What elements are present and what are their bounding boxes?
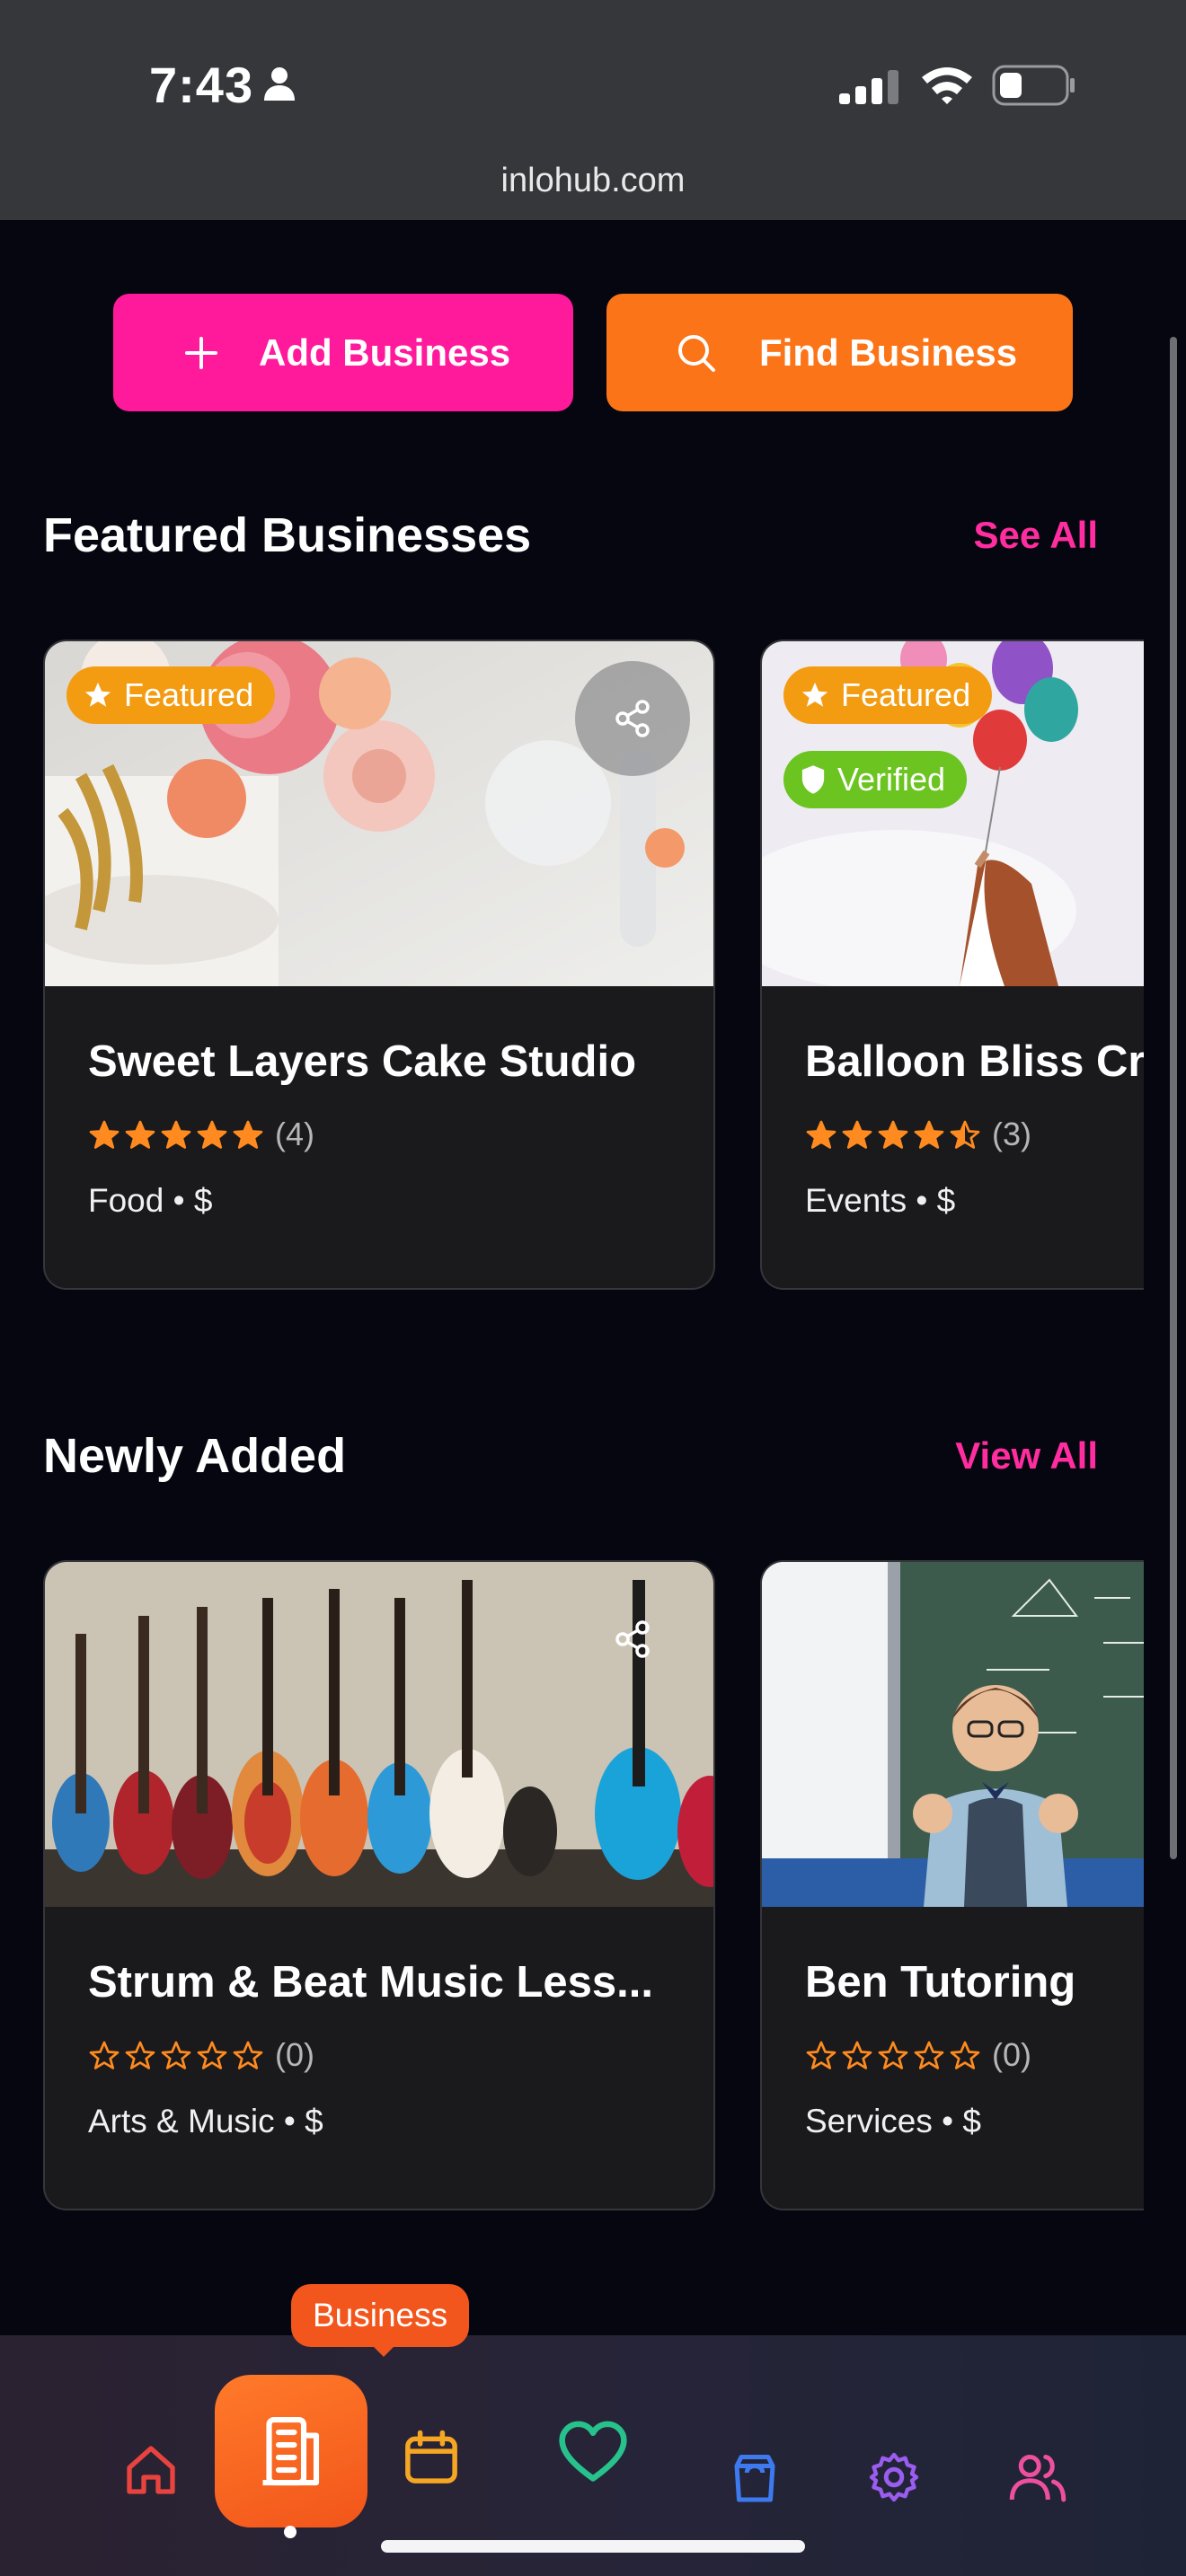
share-icon [615,700,650,737]
nav-calendar[interactable] [395,2422,467,2493]
nav-community[interactable] [997,2441,1078,2513]
review-count: (4) [275,1116,314,1152]
app-root: 7:43 inlohub.com Add Business Find Busin… [0,0,1186,2576]
star-icon [878,2041,908,2069]
business-name[interactable]: Strum & Beat Music Less... [88,1957,653,2007]
nav-tooltip: Business [291,2284,470,2347]
nav-business[interactable] [215,2375,367,2527]
share-icon [615,1620,650,1658]
featured-title: Featured Businesses [43,508,532,562]
star-icon [842,1120,872,1149]
find-business-label: Find Business [759,331,1018,374]
business-card[interactable]: Strum & Beat Music Less... (0) Arts & Mu… [43,1560,715,2210]
featured-badge-label: Featured [841,676,971,713]
star-icon [89,2041,119,2069]
star-icon [89,1120,119,1149]
active-indicator [284,2526,296,2538]
star-icon [950,1120,980,1149]
heart-icon [559,2421,627,2482]
bag-icon [734,2455,775,2502]
nav-home[interactable] [115,2434,187,2506]
wifi-icon [922,67,972,104]
star-icon [878,1120,908,1149]
newly-added-title: Newly Added [43,1429,347,1483]
add-business-label: Add Business [259,331,511,374]
review-count: (0) [992,2036,1031,2073]
home-indicator[interactable] [381,2540,805,2553]
featured-badge: Featured [783,666,993,724]
business-meta: Arts & Music • $ [88,2103,323,2139]
star-icon [161,2041,191,2069]
rating-stars [805,2040,981,2072]
view-all-link[interactable]: View All [955,1434,1098,1478]
business-meta: Services • $ [805,2103,981,2139]
star-icon [914,2041,944,2069]
business-meta: Food • $ [88,1182,213,1219]
star-icon [84,682,111,707]
business-icon [262,2416,320,2486]
business-card[interactable]: Featured Sweet Layers Cake Studio (4) Fo… [43,640,715,1290]
battery-icon [992,65,1075,106]
featured-badge: Featured [66,666,276,724]
business-card[interactable]: Featured Verified Balloon Bliss Creation… [760,640,1144,1290]
rating-stars [88,1119,264,1151]
find-business-button[interactable]: Find Business [606,294,1073,411]
star-icon [161,1120,191,1149]
plus-icon [174,326,228,380]
business-name[interactable]: Balloon Bliss Creations [805,1037,1144,1087]
star-icon [801,682,828,707]
review-count: (0) [275,2036,314,2073]
shield-icon [801,765,825,794]
nav-favorites[interactable] [553,2416,633,2488]
share-button[interactable] [575,1582,690,1697]
add-business-button[interactable]: Add Business [113,294,573,411]
business-meta: Events • $ [805,1182,956,1219]
featured-badge-label: Featured [124,676,254,713]
rating-stars [88,2040,264,2072]
nav-shop[interactable] [719,2441,791,2513]
featured-carousel[interactable]: Featured Sweet Layers Cake Studio (4) Fo… [43,640,1144,1295]
calendar-icon [405,2430,457,2483]
users-icon [1009,2455,1067,2502]
star-icon [233,2041,263,2069]
home-icon [127,2446,175,2494]
newly-added-carousel[interactable]: Strum & Beat Music Less... (0) Arts & Mu… [43,1560,1144,2216]
star-icon [197,2041,227,2069]
star-icon [125,1120,155,1149]
see-all-link[interactable]: See All [973,514,1098,557]
star-icon [914,1120,944,1149]
star-icon [233,1120,263,1149]
share-button[interactable] [575,661,690,776]
review-count: (3) [992,1116,1031,1152]
search-icon [669,326,723,380]
verified-badge-label: Verified [837,761,946,798]
url-bar[interactable]: inlohub.com [0,162,1186,200]
star-icon [842,2041,872,2069]
status-time: 7:43 [149,57,254,113]
tooltip-arrow [373,2346,394,2357]
nav-settings[interactable] [858,2441,930,2513]
verified-badge: Verified [783,751,968,808]
rating-stars [805,1119,981,1151]
business-name[interactable]: Ben Tutoring [805,1957,1075,2007]
business-card[interactable]: Ben Tutoring (0) Services • $ [760,1560,1144,2210]
star-icon [950,2041,980,2069]
star-icon [125,2041,155,2069]
business-name[interactable]: Sweet Layers Cake Studio [88,1037,636,1087]
star-icon [197,1120,227,1149]
star-icon [806,2041,836,2069]
status-bar: 7:43 inlohub.com [0,0,1186,220]
person-icon [264,67,295,101]
star-icon [806,1120,836,1149]
scrollbar[interactable] [1170,337,1177,1859]
business-image [762,1562,1144,1907]
signal-icon [839,70,898,104]
gear-icon [869,2452,919,2502]
